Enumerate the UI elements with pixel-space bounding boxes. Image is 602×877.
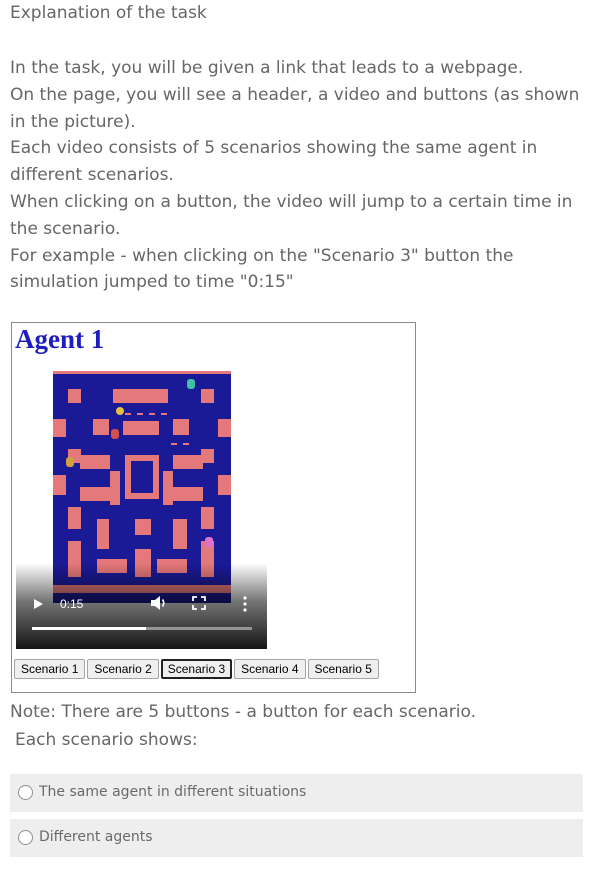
paragraph-2: On the page, you will see a header, a vi… [10, 84, 580, 132]
option-different-agents[interactable]: Different agents [10, 819, 583, 857]
scenario-3-button[interactable]: Scenario 3 [160, 659, 233, 679]
task-description: In the task, you will be given a link th… [10, 55, 590, 296]
volume-icon[interactable] [150, 595, 168, 611]
more-options-icon[interactable] [242, 596, 248, 612]
scenario-5-button[interactable]: Scenario 5 [307, 659, 379, 679]
video-progress-bar[interactable] [32, 627, 252, 630]
video-time: 0:15 [60, 597, 84, 611]
option-label: The same agent in different situations [39, 784, 307, 800]
paragraph-5: For example - when clicking on the "Scen… [10, 245, 514, 293]
question-prompt: Each scenario shows: [15, 730, 198, 750]
fullscreen-icon[interactable] [192, 596, 206, 610]
paragraph-1: In the task, you will be given a link th… [10, 58, 524, 78]
paragraph-4: When clicking on a button, the video wil… [10, 191, 573, 239]
note-text: Note: There are 5 buttons - a button for… [10, 702, 477, 722]
scenario-button-row: Scenario 1 Scenario 2 Scenario 3 Scenario 4… [14, 659, 381, 679]
video-controls-overlay [16, 563, 267, 649]
radio-button[interactable] [18, 830, 33, 845]
scenario-2-button[interactable]: Scenario 2 [87, 659, 159, 679]
page-title: Explanation of the task [10, 3, 207, 23]
example-screenshot: Agent 1 0:15 Scenario 1 Scenario 2 Scena… [11, 322, 416, 693]
option-label: Different agents [39, 829, 153, 845]
radio-button[interactable] [18, 785, 33, 800]
video-progress-fill [32, 627, 147, 630]
scenario-4-button[interactable]: Scenario 4 [234, 659, 306, 679]
scenario-1-button[interactable]: Scenario 1 [14, 659, 86, 679]
video-player[interactable]: 0:15 [16, 367, 267, 649]
option-same-agent[interactable]: The same agent in different situations [10, 774, 583, 812]
agent-title: Agent 1 [15, 324, 105, 354]
play-icon[interactable] [34, 599, 43, 609]
paragraph-3: Each video consists of 5 scenarios showi… [10, 138, 538, 186]
